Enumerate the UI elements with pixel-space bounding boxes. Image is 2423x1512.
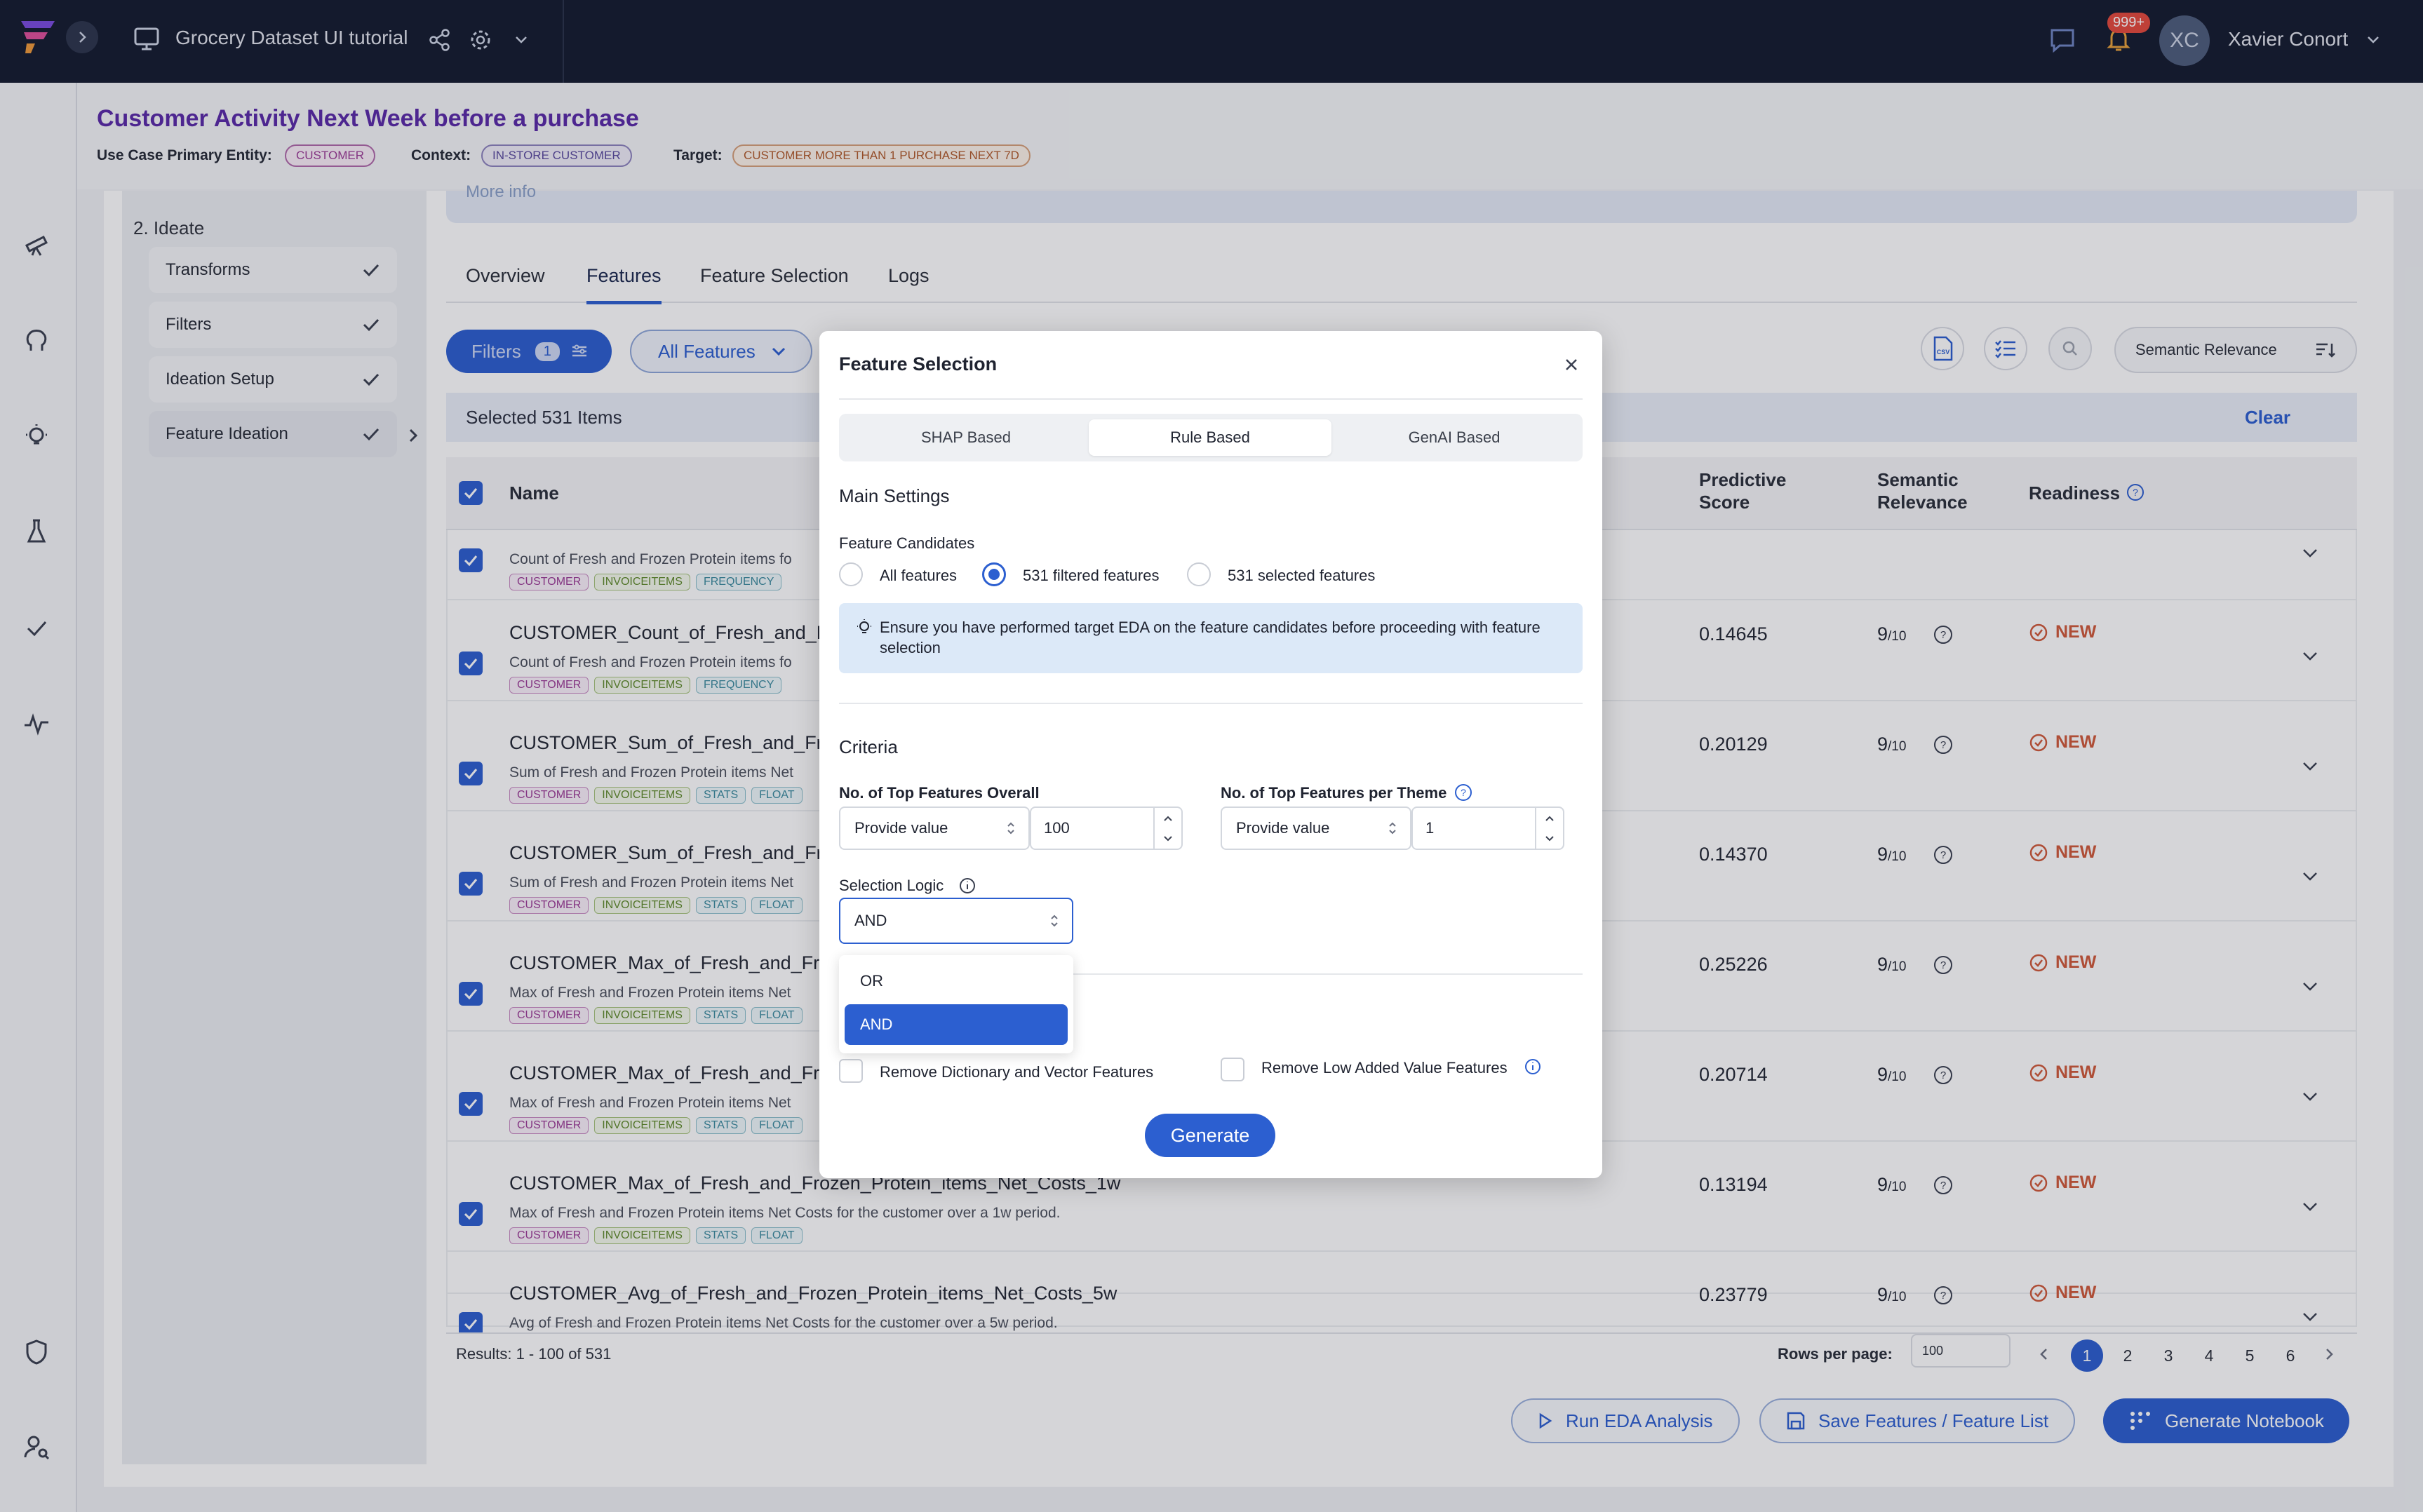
- top-overall-input[interactable]: 100: [1030, 806, 1183, 850]
- info-icon[interactable]: [1524, 1058, 1542, 1076]
- top-overall-label: No. of Top Features Overall: [839, 784, 1040, 802]
- criteria-heading: Criteria: [839, 736, 898, 757]
- feature-candidates-label: Feature Candidates: [839, 534, 975, 552]
- divider: [839, 398, 1583, 400]
- top-overall-mode-select[interactable]: Provide value: [839, 806, 1030, 850]
- modal-title: Feature Selection: [839, 353, 998, 374]
- selection-logic-select[interactable]: AND: [839, 898, 1073, 944]
- help-icon[interactable]: ?: [1454, 783, 1473, 802]
- info-callout-text: Ensure you have performed target EDA on …: [880, 619, 1541, 656]
- info-icon[interactable]: [958, 877, 976, 895]
- top-per-theme-mode-select[interactable]: Provide value: [1221, 806, 1411, 850]
- top-per-theme-input[interactable]: 1: [1411, 806, 1564, 850]
- segment-shap-based[interactable]: SHAP Based: [845, 419, 1087, 456]
- main-settings-heading: Main Settings: [839, 485, 950, 506]
- segment-genai-based[interactable]: GenAI Based: [1333, 419, 1576, 456]
- number-stepper[interactable]: [1153, 808, 1181, 849]
- radio-selected-features[interactable]: [1187, 562, 1211, 586]
- radio-filtered-features[interactable]: [982, 562, 1006, 586]
- generate-button[interactable]: Generate: [1145, 1114, 1275, 1157]
- radio-all-features[interactable]: [839, 562, 863, 586]
- dropdown-option-and[interactable]: AND: [845, 1004, 1068, 1045]
- updown-icon: [1051, 914, 1058, 927]
- updown-icon: [1007, 822, 1014, 835]
- remove-dictionary-checkbox[interactable]: [839, 1059, 863, 1083]
- close-icon[interactable]: [1562, 355, 1581, 374]
- divider: [839, 703, 1583, 704]
- updown-icon: [1389, 822, 1396, 835]
- segment-rule-based[interactable]: Rule Based: [1089, 419, 1331, 456]
- remove-dictionary-label: Remove Dictionary and Vector Features: [880, 1063, 1154, 1081]
- remove-low-value-checkbox[interactable]: [1221, 1058, 1244, 1081]
- dropdown-option-or[interactable]: OR: [845, 961, 1068, 1001]
- divider: [1073, 973, 1583, 975]
- svg-text:?: ?: [1461, 787, 1466, 798]
- remove-low-value-label: Remove Low Added Value Features: [1261, 1059, 1508, 1076]
- radio-label-filtered-features: 531 filtered features: [1023, 567, 1160, 584]
- selection-logic-label: Selection Logic: [839, 877, 944, 894]
- radio-label-all-features: All features: [880, 567, 958, 584]
- lightbulb-icon: [856, 619, 873, 637]
- radio-label-selected-features: 531 selected features: [1228, 567, 1376, 584]
- number-stepper[interactable]: [1535, 808, 1563, 849]
- top-per-theme-label: No. of Top Features per Theme: [1221, 784, 1447, 802]
